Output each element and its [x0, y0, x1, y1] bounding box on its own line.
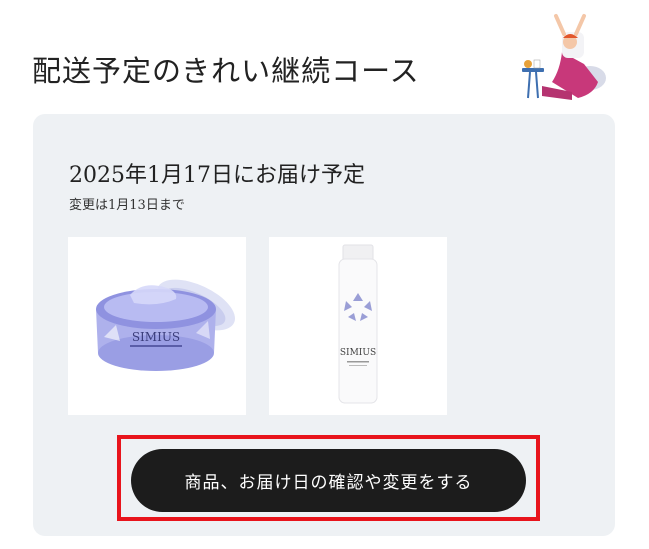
- stretching-woman-illustration: [512, 12, 616, 108]
- change-deadline: 変更は1月13日まで: [69, 198, 185, 213]
- product-brand-label: SIMIUS: [340, 348, 376, 358]
- confirm-change-button[interactable]: 商品、お届け日の確認や変更をする: [131, 449, 526, 512]
- lotion-bottle-icon: SIMIUS: [338, 244, 378, 404]
- delivery-date: 2025年1月17日にお届け予定: [69, 163, 365, 188]
- page-title: 配送予定のきれい継続コース: [32, 54, 420, 88]
- product-image-lotion-bottle: SIMIUS: [269, 237, 447, 415]
- product-image-gel-jar: SIMIUS: [68, 237, 246, 415]
- gel-jar-icon: SIMIUS: [96, 279, 235, 371]
- product-brand-label: SIMIUS: [132, 330, 180, 344]
